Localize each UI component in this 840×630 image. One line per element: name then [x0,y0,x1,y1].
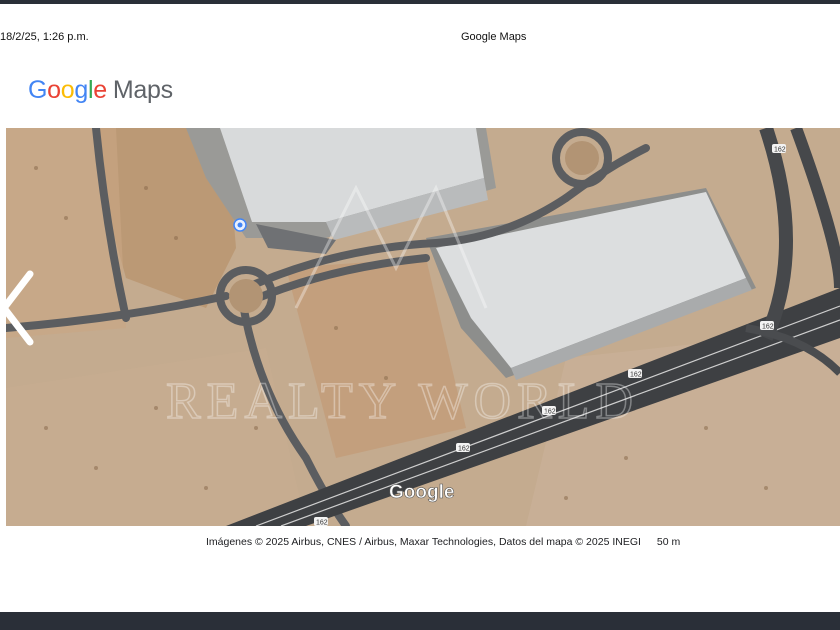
watermark-text: REALTY WORLD [166,373,639,430]
logo-letter-o1: o [47,76,61,104]
logo-maps-text: Maps [112,76,173,104]
scale-label: 50 m [656,536,681,548]
satellite-map[interactable]: 162 162 162 162 162 162 REALTY WORLD Goo… [6,128,840,526]
bottom-bar [0,612,840,630]
road-label-162: 162 [774,147,786,154]
print-datetime: 18/2/25, 1:26 p.m. [0,31,89,43]
logo-letter-o2: o [60,76,75,104]
roundabout-east-center [565,141,599,175]
roundabout-west-center [229,279,263,313]
google-maps-logo: Google Maps [28,76,173,105]
print-page-title: Google Maps [461,31,527,43]
logo-letter-g2: g [74,76,88,104]
road-label-162: 162 [458,446,470,453]
road-label-162: 162 [762,324,774,331]
attribution-text: Imágenes © 2025 Airbus, CNES / Airbus, M… [206,536,641,548]
satellite-map-canvas: 162 162 162 162 162 162 REALTY WORLD Goo… [6,128,840,526]
place-marker-icon[interactable] [233,218,247,232]
road-label-162: 162 [316,520,328,527]
logo-letter-e: e [93,76,107,104]
previous-image-button[interactable] [0,270,40,350]
map-attribution: Imágenes © 2025 Airbus, CNES / Airbus, M… [206,536,680,548]
chevron-left-icon [0,270,34,346]
logo-letter-g1: G [28,76,48,104]
screenshot-frame: 18/2/25, 1:26 p.m. Google Maps Google Map… [0,0,840,630]
google-watermark-logo: Google [389,482,454,503]
